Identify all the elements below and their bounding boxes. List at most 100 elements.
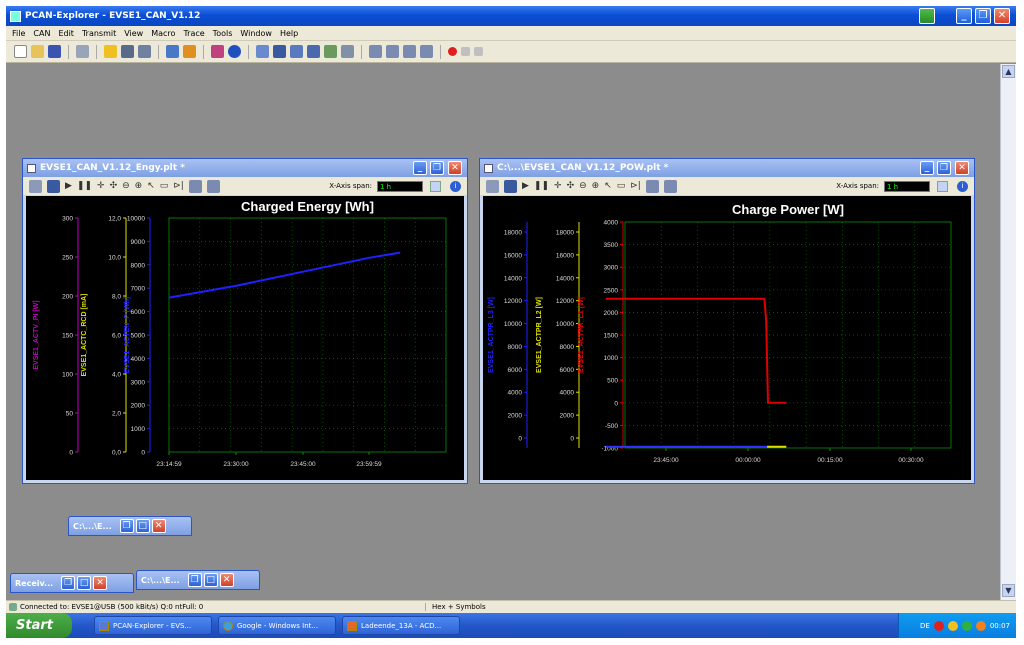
- plot-info-icon[interactable]: i: [957, 180, 968, 192]
- vertical-scrollbar[interactable]: ▲ ▼: [1000, 64, 1016, 600]
- info-icon[interactable]: [228, 45, 241, 58]
- pause-icon[interactable]: ❚❚: [534, 181, 549, 191]
- minimized-1-restore-button[interactable]: ❐: [119, 519, 134, 533]
- zoom-out-icon[interactable]: ⊖: [579, 181, 587, 191]
- open-folder-icon[interactable]: [31, 45, 44, 58]
- plot-save-icon[interactable]: [47, 179, 60, 193]
- window-icon-2[interactable]: [273, 45, 286, 58]
- scroll-down-icon[interactable]: ▼: [1002, 584, 1015, 597]
- language-indicator[interactable]: DE: [920, 622, 930, 630]
- new-file-icon[interactable]: [14, 45, 27, 58]
- export-icon[interactable]: [663, 179, 677, 193]
- menu-edit[interactable]: Edit: [58, 29, 74, 38]
- x-axis-span-input[interactable]: 1 h: [884, 180, 930, 192]
- window-icon-6[interactable]: [341, 45, 354, 58]
- save-icon[interactable]: [48, 45, 61, 58]
- minimized-3-restore-button[interactable]: ❐: [187, 573, 202, 587]
- x-axis-span-dropdown[interactable]: [937, 180, 948, 192]
- plot-info-icon[interactable]: i: [450, 180, 461, 192]
- move-icon[interactable]: ✛: [97, 181, 105, 191]
- auto-scale-icon[interactable]: ✣: [567, 181, 575, 191]
- symbols-icon[interactable]: [166, 45, 179, 58]
- x-axis-span-dropdown[interactable]: [430, 180, 441, 192]
- menu-transmit[interactable]: Transmit: [82, 29, 116, 38]
- copy-icon[interactable]: [645, 179, 659, 193]
- zoom-in-icon[interactable]: ⊕: [592, 181, 600, 191]
- transmit-icon[interactable]: [121, 45, 134, 58]
- power-plot-window[interactable]: C:\...\EVSE1_CAN_V1.12_POW.plt * _ ❐ ✕ ▶…: [479, 158, 975, 484]
- stop-icon[interactable]: [474, 47, 483, 56]
- menu-trace[interactable]: Trace: [183, 29, 204, 38]
- window-icon-1[interactable]: [256, 45, 269, 58]
- plot-settings-icon[interactable]: [29, 179, 42, 193]
- filter-icon[interactable]: [138, 45, 151, 58]
- tray-icon-1[interactable]: [933, 620, 944, 631]
- copy-icon[interactable]: [188, 179, 202, 193]
- zoom-in-icon[interactable]: ⊕: [135, 181, 143, 191]
- minimized-window-2[interactable]: Receiv... ❐ □ ✕: [10, 573, 134, 593]
- app-minimize-button[interactable]: _: [956, 8, 972, 24]
- energy-window-title-bar[interactable]: EVSE1_CAN_V1.12_Engy.plt * _ ❐ ✕: [23, 159, 467, 177]
- energy-maximize-button[interactable]: ❐: [430, 161, 444, 175]
- marker-icon[interactable]: ⊳|: [173, 181, 184, 191]
- menu-file[interactable]: File: [12, 29, 25, 38]
- cursor-icon[interactable]: ↖: [604, 181, 612, 191]
- marker-icon[interactable]: ⊳|: [630, 181, 641, 191]
- menu-can[interactable]: CAN: [33, 29, 50, 38]
- record-icon[interactable]: [448, 47, 457, 56]
- menu-window[interactable]: Window: [240, 29, 272, 38]
- energy-plot-area[interactable]: Charged Energy [Wh] 300 250 200 150 100 50 0 EVS…: [26, 196, 464, 480]
- start-button[interactable]: Start: [6, 613, 72, 638]
- play-icon[interactable]: ▶: [522, 181, 529, 191]
- window-icon-5[interactable]: [324, 45, 337, 58]
- plot-settings-icon[interactable]: [486, 179, 499, 193]
- energy-minimize-button[interactable]: _: [413, 161, 427, 175]
- minimized-3-close-button[interactable]: ✕: [219, 573, 234, 587]
- power-close-button[interactable]: ✕: [955, 161, 969, 175]
- scroll-up-icon[interactable]: ▲: [1002, 65, 1015, 78]
- minimized-window-1[interactable]: C:\...\E... ❐ □ ✕: [68, 516, 192, 536]
- power-minimize-button[interactable]: _: [920, 161, 934, 175]
- energy-close-button[interactable]: ✕: [448, 161, 462, 175]
- menu-tools[interactable]: Tools: [213, 29, 233, 38]
- taskbar-item-acdsee[interactable]: Ladeende_13A - ACD...: [342, 616, 460, 635]
- minimized-1-close-button[interactable]: ✕: [151, 519, 166, 533]
- move-icon[interactable]: ✛: [554, 181, 562, 191]
- connect-icon[interactable]: [104, 45, 117, 58]
- tray-icon-3[interactable]: [961, 620, 972, 631]
- minimized-2-maximize-button[interactable]: □: [77, 576, 92, 590]
- taskbar-item-browser[interactable]: Google - Windows Int...: [218, 616, 336, 635]
- energy-plot-window[interactable]: EVSE1_CAN_V1.12_Engy.plt * _ ❐ ✕ ▶ ❚❚ ✛ …: [22, 158, 468, 484]
- select-area-icon[interactable]: ▭: [617, 181, 626, 191]
- auto-scale-icon[interactable]: ✣: [110, 181, 118, 191]
- menu-macro[interactable]: Macro: [151, 29, 175, 38]
- layout-icon-1[interactable]: [369, 45, 382, 58]
- zoom-out-icon[interactable]: ⊖: [122, 181, 130, 191]
- pause-icon[interactable]: [461, 47, 470, 56]
- tray-icon-4[interactable]: [975, 620, 986, 631]
- layout-icon-3[interactable]: [403, 45, 416, 58]
- app-title-bar[interactable]: PCAN-Explorer - EVSE1_CAN_V1.12 _ ❐ ✕: [6, 6, 1016, 26]
- export-icon[interactable]: [206, 179, 220, 193]
- taskbar-item-pcan[interactable]: PCAN-Explorer - EVS...: [94, 616, 212, 635]
- minimized-2-close-button[interactable]: ✕: [93, 576, 108, 590]
- x-axis-span-input[interactable]: 1 h: [377, 180, 423, 192]
- plot-save-icon[interactable]: [504, 179, 517, 193]
- window-icon-3[interactable]: [290, 45, 303, 58]
- tray-icon-2[interactable]: [947, 620, 958, 631]
- clock-icon[interactable]: [183, 45, 196, 58]
- app-close-button[interactable]: ✕: [994, 8, 1010, 24]
- minimized-window-3[interactable]: C:\...\E... ❐ □ ✕: [136, 570, 260, 590]
- select-area-icon[interactable]: ▭: [160, 181, 169, 191]
- app-extra-icon[interactable]: [919, 8, 935, 24]
- power-maximize-button[interactable]: ❐: [937, 161, 951, 175]
- pause-icon[interactable]: ❚❚: [77, 181, 92, 191]
- menu-help[interactable]: Help: [280, 29, 298, 38]
- minimized-2-restore-button[interactable]: ❐: [61, 576, 76, 590]
- layout-icon-2[interactable]: [386, 45, 399, 58]
- macro-icon[interactable]: [211, 45, 224, 58]
- cursor-icon[interactable]: ↖: [147, 181, 155, 191]
- print-icon[interactable]: [76, 45, 89, 58]
- layout-icon-4[interactable]: [420, 45, 433, 58]
- app-restore-button[interactable]: ❐: [975, 8, 991, 24]
